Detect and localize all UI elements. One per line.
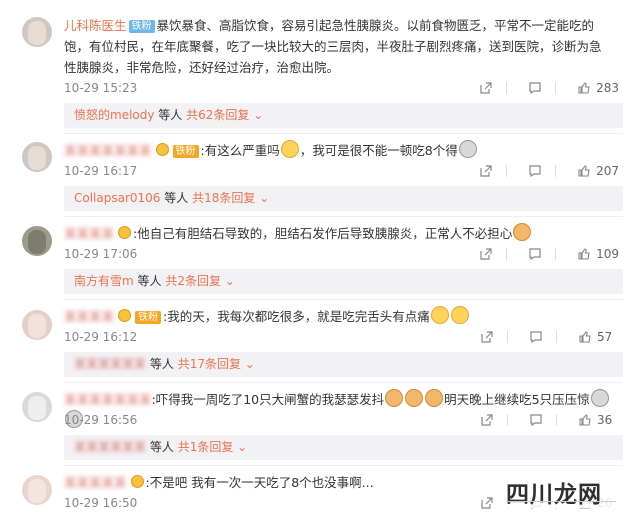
comment-icon[interactable]: [529, 82, 541, 94]
share-icon[interactable]: [481, 497, 493, 509]
husky-emoji-icon: [458, 140, 477, 158]
like-icon[interactable]: [579, 331, 591, 343]
comment-username[interactable]: 某某某某某: [64, 475, 127, 490]
comment-time: 10-29 16:50: [64, 496, 138, 510]
reply-username[interactable]: 某某某某某某: [74, 357, 146, 371]
avatar[interactable]: [22, 392, 52, 422]
comment-text: :他自己有胆结石导致的，胆结石发作后导致胰腺炎，正常人不必担心: [133, 226, 513, 241]
reply-summary[interactable]: Collapsar0106 等人 共18条回复 ⌄: [64, 186, 623, 211]
reply-summary[interactable]: 南方有雪m 等人 共2条回复 ⌄: [64, 269, 623, 294]
chevron-down-icon[interactable]: ⌄: [225, 274, 235, 288]
comment-body: 某某某某某某某 铁粉:有这么严重吗 ，我可是很不能一顿吃8个得: [64, 140, 613, 161]
fan-badge: 铁粉: [128, 20, 155, 33]
crown-icon: [155, 143, 169, 156]
watermark: 四川龙网: [498, 472, 620, 508]
doge-emoji-icon: [513, 223, 532, 241]
comment-text: :有这么严重吗: [200, 143, 280, 158]
fan-badge: 铁粉: [172, 145, 199, 158]
comment-icon[interactable]: [529, 165, 541, 177]
comment-actions: 207: [458, 164, 619, 178]
comment-username[interactable]: 某某某某某某某: [64, 143, 152, 158]
avatar[interactable]: [22, 17, 52, 47]
fan-badge: 铁粉: [135, 311, 162, 324]
comment-text: :不是吧 我有一次一天吃了8个也没事啊...: [145, 475, 374, 490]
like-icon[interactable]: [578, 248, 590, 260]
comment-actions: 109: [458, 247, 619, 261]
comment-text: 明天晚上继续吃5只压压惊: [444, 392, 590, 407]
avatar[interactable]: [22, 142, 52, 172]
share-icon[interactable]: [480, 165, 492, 177]
avatar[interactable]: [22, 310, 52, 340]
comment-time: 10-29 17:06: [64, 247, 138, 261]
share-icon[interactable]: [481, 331, 493, 343]
reply-summary[interactable]: 某某某某某某 等人 共1条回复 ⌄: [64, 435, 623, 460]
comment-icon[interactable]: [530, 414, 542, 426]
crown-icon: [118, 309, 132, 322]
share-icon[interactable]: [480, 248, 492, 260]
reply-username[interactable]: 南方有雪m: [74, 274, 134, 288]
comment-icon[interactable]: [530, 331, 542, 343]
comment-time: 10-29 16:56: [64, 413, 138, 427]
comment-actions: 57: [459, 330, 619, 344]
reply-username[interactable]: 某某某某某某: [74, 440, 146, 454]
comment-body: 某某某某 :他自己有胆结石导致的，胆结石发作后导致胰腺炎，正常人不必担心: [64, 223, 613, 244]
crown-icon: [130, 475, 144, 488]
reply-summary[interactable]: 某某某某某某 等人 共17条回复 ⌄: [64, 352, 623, 377]
share-icon[interactable]: [480, 82, 492, 94]
cat-emoji-icon: [405, 389, 424, 407]
cat-emoji-icon: [385, 389, 404, 407]
like-icon[interactable]: [579, 414, 591, 426]
reply-summary[interactable]: 愤怒的melody 等人 共62条回复 ⌄: [64, 103, 623, 128]
like-count: 57: [597, 330, 613, 344]
chevron-down-icon[interactable]: ⌄: [259, 191, 269, 205]
comment-text: ，我可是很不能一顿吃8个得: [299, 143, 458, 158]
like-icon[interactable]: [578, 82, 590, 94]
comment-username[interactable]: 某某某某某某某: [64, 392, 152, 407]
reply-username[interactable]: Collapsar0106: [74, 191, 160, 205]
husky-emoji-icon: [590, 389, 609, 407]
like-count: 207: [596, 164, 619, 178]
share-icon[interactable]: [481, 414, 493, 426]
comment-time: 10-29 15:23: [64, 81, 138, 95]
comment-username[interactable]: 某某某某: [64, 309, 114, 324]
comment-username[interactable]: 某某某某: [64, 226, 114, 241]
like-icon[interactable]: [578, 165, 590, 177]
avatar[interactable]: [22, 226, 52, 256]
comment-time: 10-29 16:12: [64, 330, 138, 344]
avatar[interactable]: [22, 475, 52, 505]
laugh-cry-emoji-icon: [450, 306, 469, 324]
comment-actions: 36: [459, 413, 619, 427]
comment-icon[interactable]: [529, 248, 541, 260]
comment-body: 儿科陈医生 铁粉 暴饮暴食、高脂饮食，容易引起急性胰腺炎。以前食物匮乏，平常不一定能…: [64, 15, 613, 78]
reply-count-link[interactable]: 共62条回复: [186, 108, 249, 122]
like-count: 109: [596, 247, 619, 261]
comment-username[interactable]: 儿科陈医生: [64, 18, 127, 33]
like-count: 283: [596, 81, 619, 95]
laugh-cry-emoji-icon: [430, 306, 449, 324]
reply-username[interactable]: 愤怒的melody: [74, 108, 154, 122]
chevron-down-icon[interactable]: ⌄: [245, 357, 255, 371]
comment-time: 10-29 16:17: [64, 164, 138, 178]
chevron-down-icon[interactable]: ⌄: [237, 440, 247, 454]
cry-emoji-icon: [280, 140, 299, 158]
crown-icon: [118, 226, 132, 239]
like-count: 36: [597, 413, 613, 427]
comment-text: :我的天，我每次都吃很多，就是吃完舌头有点痛: [163, 309, 430, 324]
comment-body: 某某某某 铁粉:我的天，我每次都吃很多，就是吃完舌头有点痛: [64, 306, 613, 327]
cat-emoji-icon: [425, 389, 444, 407]
comment-text: :吓得我一周吃了10只大闸蟹的我瑟瑟发抖: [151, 392, 385, 407]
reply-count-link[interactable]: 共18条回复: [192, 191, 255, 205]
reply-count-link[interactable]: 共1条回复: [178, 440, 234, 454]
comment-actions: 283: [458, 81, 619, 95]
reply-count-link[interactable]: 共17条回复: [178, 357, 241, 371]
reply-count-link[interactable]: 共2条回复: [165, 274, 221, 288]
chevron-down-icon[interactable]: ⌄: [253, 108, 263, 122]
